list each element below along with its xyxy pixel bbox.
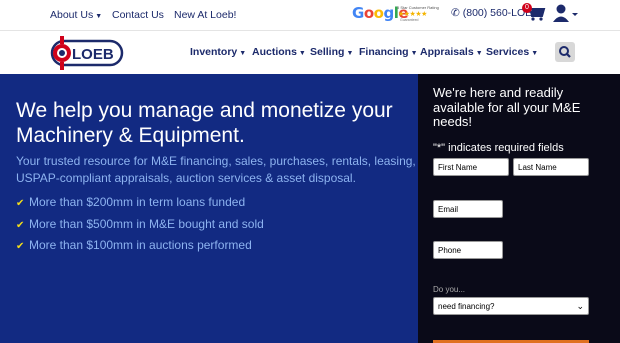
hero-bullet: ✔ More than $500mm in M&E bought and sold (16, 217, 264, 231)
chevron-down-icon: ⌄ (576, 301, 584, 311)
nav-selling[interactable]: Selling ▼ (310, 46, 353, 58)
svg-text:LOEB: LOEB (72, 46, 114, 63)
search-icon (559, 46, 571, 58)
nav-services[interactable]: Services ▼ (486, 46, 538, 58)
nav-financing[interactable]: Financing ▼ (359, 46, 418, 58)
nav-appraisals[interactable]: Appraisals ▼ (420, 46, 483, 58)
hero-title: We help you manage and monetize your Mac… (16, 99, 393, 147)
star-rating-icon: ★★★★★ (398, 11, 427, 18)
check-icon: ✔ (16, 220, 25, 231)
new-at-loeb-link[interactable]: New At Loeb! (174, 9, 236, 21)
chevron-down-icon: ▼ (298, 50, 306, 57)
select-value: need financing? (438, 302, 495, 311)
hero-bullet: ✔ More than $100mm in auctions performed (16, 238, 252, 252)
nav-inventory[interactable]: Inventory ▼ (190, 46, 246, 58)
chevron-down-icon: ▼ (346, 50, 354, 57)
check-icon: ✔ (16, 241, 25, 252)
rating-subcaption: Guaranteed (400, 18, 419, 22)
chevron-down-icon: ▼ (239, 50, 247, 57)
contact-us-link[interactable]: Contact Us (112, 9, 164, 21)
chevron-down-icon: ▼ (475, 50, 483, 57)
form-heading: We're here and readily available for all… (433, 85, 581, 129)
phone-icon: ✆ (451, 7, 460, 19)
phone-field[interactable]: Phone (433, 241, 503, 259)
loeb-logo[interactable]: LOEB (48, 35, 126, 71)
search-button[interactable] (555, 42, 575, 62)
user-account-icon[interactable] (553, 3, 579, 23)
chevron-down-icon: ▼ (410, 50, 418, 57)
required-fields-note: "*" indicates required fields (433, 142, 564, 154)
chevron-down-icon: ▼ (95, 13, 103, 20)
cart-count-badge: 0 (522, 3, 532, 13)
do-you-label: Do you... (433, 285, 466, 294)
about-us-link[interactable]: About Us ▼ (50, 9, 102, 21)
first-name-field[interactable]: First Name (433, 158, 509, 176)
chevron-down-icon (572, 13, 578, 16)
chevron-down-icon: ▼ (531, 50, 539, 57)
last-name-field[interactable]: Last Name (513, 158, 589, 176)
hero-subtitle: Your trusted resource for M&E financing,… (16, 154, 416, 185)
email-field[interactable]: Email (433, 200, 503, 218)
do-you-select[interactable]: need financing? ⌄ (433, 297, 589, 315)
google-rating-badge[interactable]: Google 5 Star Customer Rating ★★★★★ Guar… (352, 4, 447, 24)
hero-bullet: ✔ More than $200mm in term loans funded (16, 195, 246, 209)
check-icon: ✔ (16, 198, 25, 209)
nav-auctions[interactable]: Auctions ▼ (252, 46, 306, 58)
